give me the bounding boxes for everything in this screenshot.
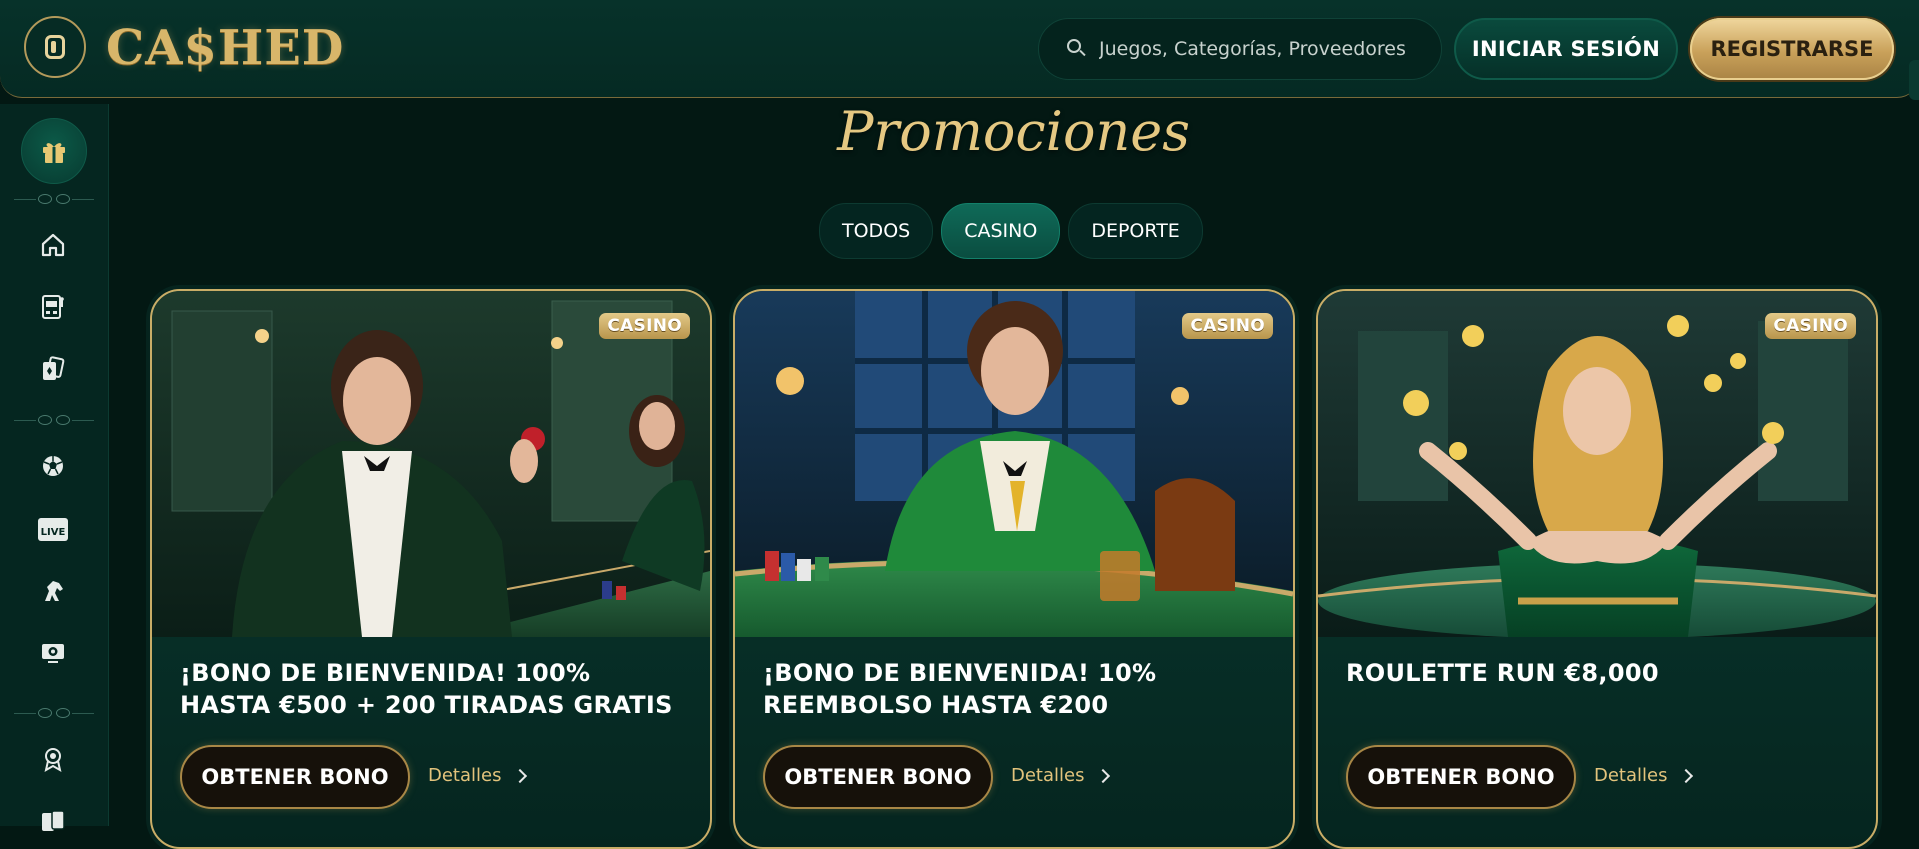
page-title: Promociones: [837, 100, 1190, 163]
promo-image[interactable]: CASINO: [735, 291, 1293, 637]
promo-title: ROULETTE RUN €8,000: [1346, 659, 1659, 687]
register-button[interactable]: REGISTRARSE: [1690, 18, 1894, 80]
top-header: CA$HED INICIAR SESIÓN REGISTRARSE: [0, 0, 1919, 100]
sidebar: LIVE: [0, 104, 109, 831]
details-link[interactable]: Detalles: [1011, 765, 1111, 786]
sidebar-divider: [14, 193, 94, 205]
sidebar-item-slots[interactable]: [36, 290, 70, 324]
chevron-right-icon: [513, 768, 528, 783]
promo-title: ¡BONO DE BIENVENIDA! 100% HASTA €500 + 2…: [180, 659, 673, 719]
search-input[interactable]: [1097, 37, 1431, 61]
sidebar-toggle-button[interactable]: [24, 16, 86, 78]
promo-title: ¡BONO DE BIENVENIDA! 10% REEMBOLSO HASTA…: [763, 659, 1157, 719]
live-icon: LIVE: [37, 517, 69, 541]
promo-illustration: [1318, 291, 1876, 637]
get-bonus-button[interactable]: OBTENER BONO: [1346, 745, 1576, 809]
search-bar[interactable]: [1038, 18, 1442, 80]
login-button[interactable]: INICIAR SESIÓN: [1454, 18, 1678, 80]
logo[interactable]: CA$HED: [106, 18, 344, 78]
promo-card: CASINO ¡BONO DE BIENVENIDA! 10% REEMBOLS…: [733, 289, 1295, 849]
chevron-right-icon: [1679, 768, 1694, 783]
search-icon: [1067, 39, 1087, 59]
home-icon: [41, 233, 65, 257]
category-badge: CASINO: [599, 313, 690, 339]
category-badge: CASINO: [1182, 313, 1273, 339]
details-label: Detalles: [428, 765, 502, 786]
sidebar-item-racing[interactable]: [36, 574, 70, 608]
sidebar-divider: [14, 414, 94, 426]
badge-icon: [44, 748, 62, 772]
slot-machine-icon: [42, 295, 64, 319]
promo-image[interactable]: CASINO: [1318, 291, 1876, 637]
sidebar-item-live[interactable]: LIVE: [36, 512, 70, 546]
tab-deporte[interactable]: DEPORTE: [1068, 203, 1203, 259]
sidebar-item-sports[interactable]: [36, 449, 70, 483]
cards-icon: [43, 356, 65, 380]
get-bonus-button[interactable]: OBTENER BONO: [763, 745, 993, 809]
football-icon: [43, 456, 63, 476]
details-link[interactable]: Detalles: [1594, 765, 1694, 786]
sidebar-item-vip[interactable]: [36, 742, 70, 776]
sidebar-item-virtual[interactable]: [36, 636, 70, 670]
details-label: Detalles: [1594, 765, 1668, 786]
tab-todos[interactable]: TODOS: [819, 203, 934, 259]
chevron-right-icon: [1096, 768, 1111, 783]
promo-illustration: [735, 291, 1293, 637]
promo-card: CASINO ROULETTE RUN €8,000 OBTENER BONO …: [1316, 289, 1878, 849]
sidebar-divider: [14, 707, 94, 719]
side-handle[interactable]: [1909, 60, 1919, 100]
virtual-sports-icon: [42, 644, 64, 663]
get-bonus-button[interactable]: OBTENER BONO: [180, 745, 410, 809]
promo-illustration: [152, 291, 710, 637]
sidebar-item-table-games[interactable]: [36, 352, 70, 386]
tab-casino[interactable]: CASINO: [941, 203, 1061, 259]
promo-card: CASINO ¡BONO DE BIENVENIDA! 100% HASTA €…: [150, 289, 712, 849]
promo-image[interactable]: CASINO: [152, 291, 710, 637]
card-games-icon: [42, 810, 65, 831]
sidebar-item-card-games[interactable]: [36, 804, 70, 838]
details-link[interactable]: Detalles: [428, 765, 528, 786]
live-label: LIVE: [40, 526, 66, 538]
category-badge: CASINO: [1765, 313, 1856, 339]
sidebar-toggle-icon: [45, 35, 65, 59]
sidebar-item-home[interactable]: [36, 228, 70, 262]
category-tabs: TODOS CASINO DEPORTE: [819, 203, 1203, 259]
horse-racing-icon: [45, 581, 63, 601]
details-label: Detalles: [1011, 765, 1085, 786]
